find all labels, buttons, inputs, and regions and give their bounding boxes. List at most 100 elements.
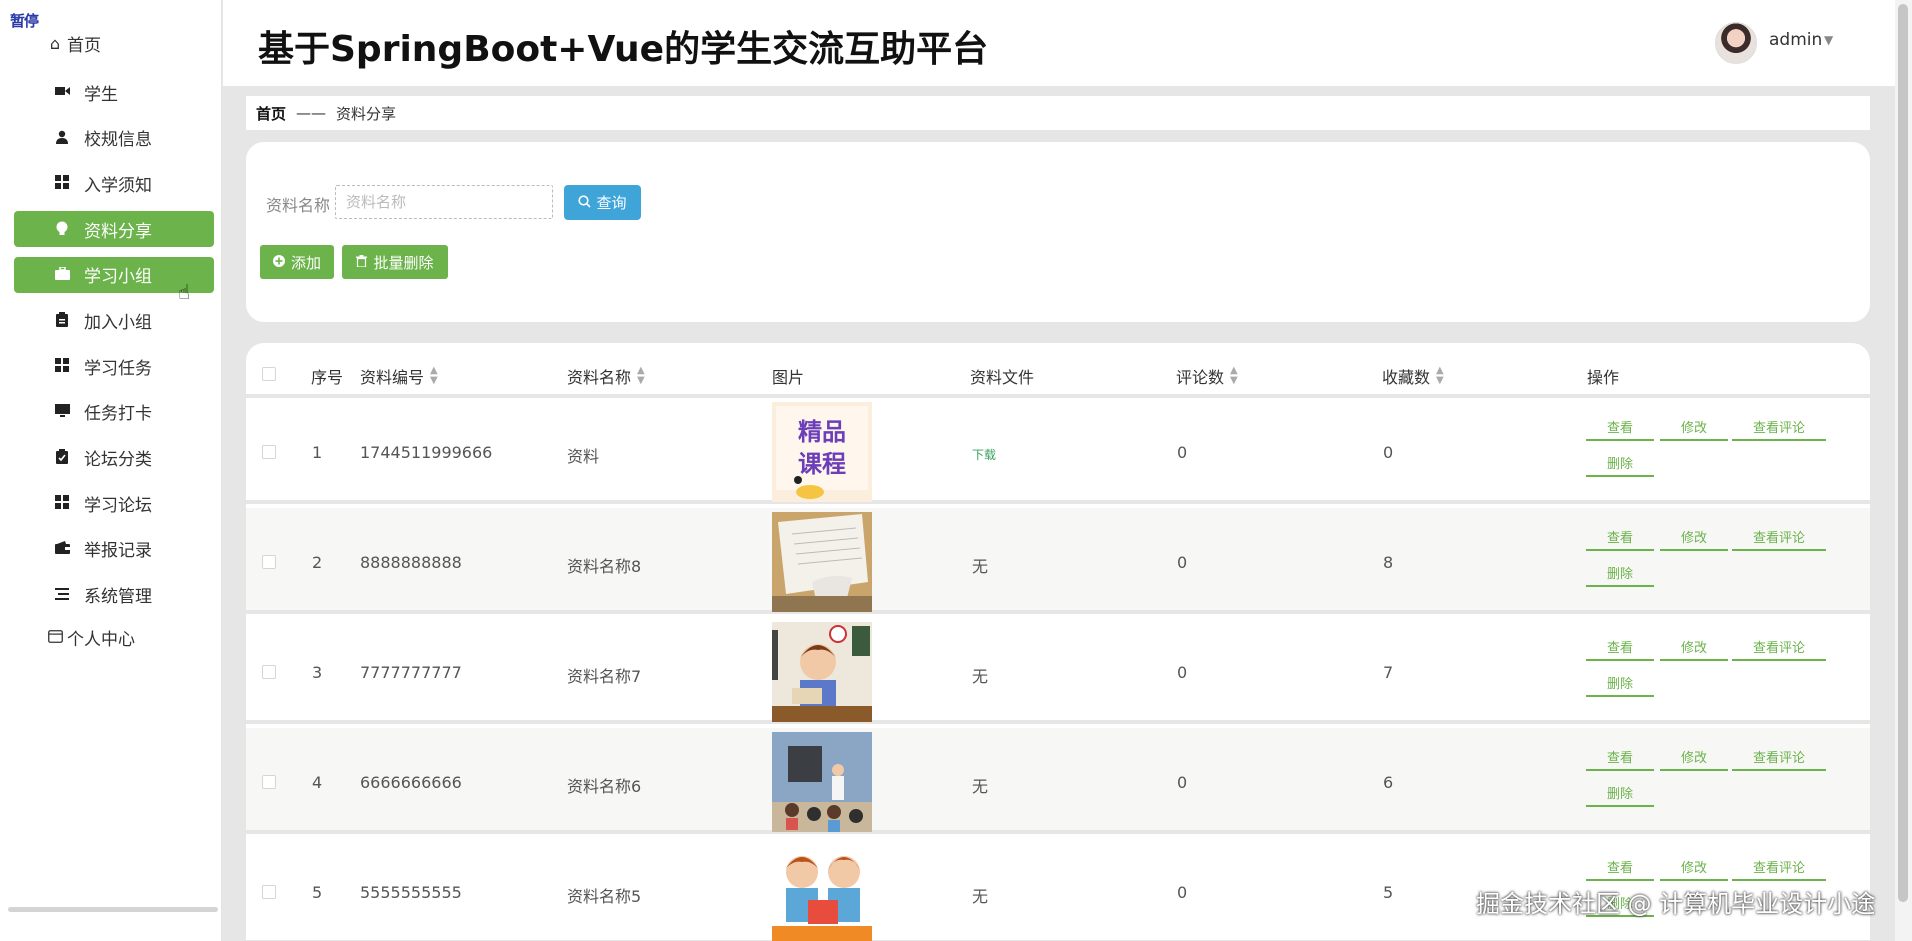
view-button[interactable]: 查看 [1586,414,1654,441]
sidebar-item-study-tasks[interactable]: 学习任务 [14,348,214,384]
delete-button[interactable]: 删除 [1586,780,1654,807]
briefcase-icon [54,266,70,282]
caret-down-icon[interactable]: ▼ [1824,33,1833,47]
row-checkbox[interactable] [262,445,276,459]
view-comments-button[interactable]: 查看评论 [1732,744,1826,771]
row-checkbox[interactable] [262,885,276,899]
material-thumbnail[interactable] [772,512,872,612]
sort-icon[interactable]: ▲ ▼ [430,366,438,386]
sidebar: 暂停 ⌂ 首页 学生 校规信息 入学须知 资料分享 学习小组 加入小组 学习任务… [0,0,222,941]
sidebar-item-school-rules[interactable]: 校规信息 [14,120,214,156]
select-all-checkbox[interactable] [262,367,276,381]
sidebar-item-system-management[interactable]: 系统管理 [14,577,214,613]
grid-icon [54,494,70,510]
cell-favorites: 0 [1383,443,1394,462]
cell-favorites: 5 [1383,883,1394,902]
cell-code: 6666666666 [360,773,462,792]
cell-comments: 0 [1177,773,1188,792]
monitor-icon [54,403,70,419]
delete-button[interactable]: 删除 [1586,670,1654,697]
breadcrumb-separator: —— [296,104,327,122]
col-code[interactable]: 资料编号 ▲ ▼ [360,364,438,388]
download-link[interactable]: 下载 [972,446,996,463]
sort-icon[interactable]: ▲ ▼ [1436,366,1444,386]
user-name[interactable]: admin [1769,30,1822,50]
sort-icon[interactable]: ▲ ▼ [1230,366,1238,386]
view-comments-button[interactable]: 查看评论 [1732,524,1826,551]
sidebar-item-label: 入学须知 [84,175,152,196]
material-thumbnail[interactable] [772,842,872,941]
sidebar-item-forum-category[interactable]: 论坛分类 [14,440,214,476]
wallet-icon [54,540,70,556]
sidebar-scrollbar[interactable] [8,907,218,912]
table-row: 3 7777777777 资料名称7 无 0 7 查看 修改 查看评论 删除 [246,618,1870,724]
cell-favorites: 6 [1383,773,1394,792]
col-comments[interactable]: 评论数 ▲ ▼ [1176,364,1238,388]
cell-file: 无 [972,667,989,686]
thumb-text-line1: 精品 [798,418,846,446]
breadcrumb-home[interactable]: 首页 [256,103,286,124]
cell-comments: 0 [1177,553,1188,572]
grid-icon [54,174,70,190]
material-thumbnail[interactable]: 精品 课程 [772,402,872,502]
edit-button[interactable]: 修改 [1660,854,1728,881]
view-button[interactable]: 查看 [1586,524,1654,551]
sidebar-item-label: 任务打卡 [84,404,152,425]
edit-button[interactable]: 修改 [1660,744,1728,771]
lightbulb-icon [54,220,70,236]
sidebar-item-label: 论坛分类 [84,450,152,470]
checklist-icon [54,449,70,465]
sidebar-item-label: 学习论坛 [84,495,152,516]
col-favorites[interactable]: 收藏数 ▲ ▼ [1382,364,1444,388]
query-button-label: 查询 [596,195,627,212]
sidebar-item-task-checkin[interactable]: 任务打卡 [14,394,214,430]
sidebar-item-admission-notice[interactable]: 入学须知 [14,165,214,201]
view-comments-button[interactable]: 查看评论 [1732,634,1826,661]
sidebar-home[interactable]: ⌂ 首页 [46,30,101,56]
cell-name: 资料名称8 [567,557,642,576]
add-button[interactable]: 添加 [260,245,334,279]
query-button[interactable]: 查询 [564,185,641,220]
page-scrollbar-thumb[interactable] [1898,4,1908,902]
home-icon: ⌂ [49,33,61,53]
material-thumbnail[interactable] [772,732,872,832]
thumb-text-line2: 课程 [798,450,846,478]
edit-button[interactable]: 修改 [1660,414,1728,441]
list-icon [54,586,70,602]
sidebar-item-join-group[interactable]: 加入小组 [14,302,214,338]
sidebar-item-report-records[interactable]: 举报记录 [14,531,214,567]
row-checkbox[interactable] [262,555,276,569]
delete-button[interactable]: 删除 [1586,450,1654,477]
view-button[interactable]: 查看 [1586,744,1654,771]
avatar[interactable] [1715,22,1757,64]
edit-button[interactable]: 修改 [1660,524,1728,551]
sidebar-menu: 学生 校规信息 入学须知 资料分享 学习小组 加入小组 学习任务 任务打卡 论坛… [14,74,214,622]
view-comments-button[interactable]: 查看评论 [1732,414,1826,441]
cell-file: 无 [972,777,989,796]
page-title: 基于SpringBoot+Vue的学生交流互助平台 [258,29,989,70]
search-input[interactable] [335,185,553,219]
sidebar-item-study-forum[interactable]: 学习论坛 [14,485,214,521]
row-checkbox[interactable] [262,775,276,789]
material-thumbnail[interactable] [772,622,872,722]
view-button[interactable]: 查看 [1586,854,1654,881]
sidebar-personal-center[interactable]: 个人中心 [46,624,135,650]
trash-icon [356,254,368,270]
col-name[interactable]: 资料名称 ▲ ▼ [567,364,645,388]
sidebar-item-material-share[interactable]: 资料分享 [14,211,214,248]
add-button-label: 添加 [290,254,321,272]
sidebar-item-students[interactable]: 学生 [14,74,214,110]
row-checkbox[interactable] [262,665,276,679]
delete-button[interactable]: 删除 [1586,560,1654,587]
user-icon [54,129,70,145]
sidebar-personal-label: 个人中心 [67,629,135,650]
cell-index: 3 [312,663,323,682]
batch-delete-button[interactable]: 批量删除 [342,245,448,279]
sort-icon[interactable]: ▲ ▼ [637,366,645,386]
cell-comments: 0 [1177,443,1188,462]
view-comments-button[interactable]: 查看评论 [1732,854,1826,881]
cell-code: 7777777777 [360,663,462,682]
edit-button[interactable]: 修改 [1660,634,1728,661]
view-button[interactable]: 查看 [1586,634,1654,661]
cell-file: 无 [972,557,989,576]
